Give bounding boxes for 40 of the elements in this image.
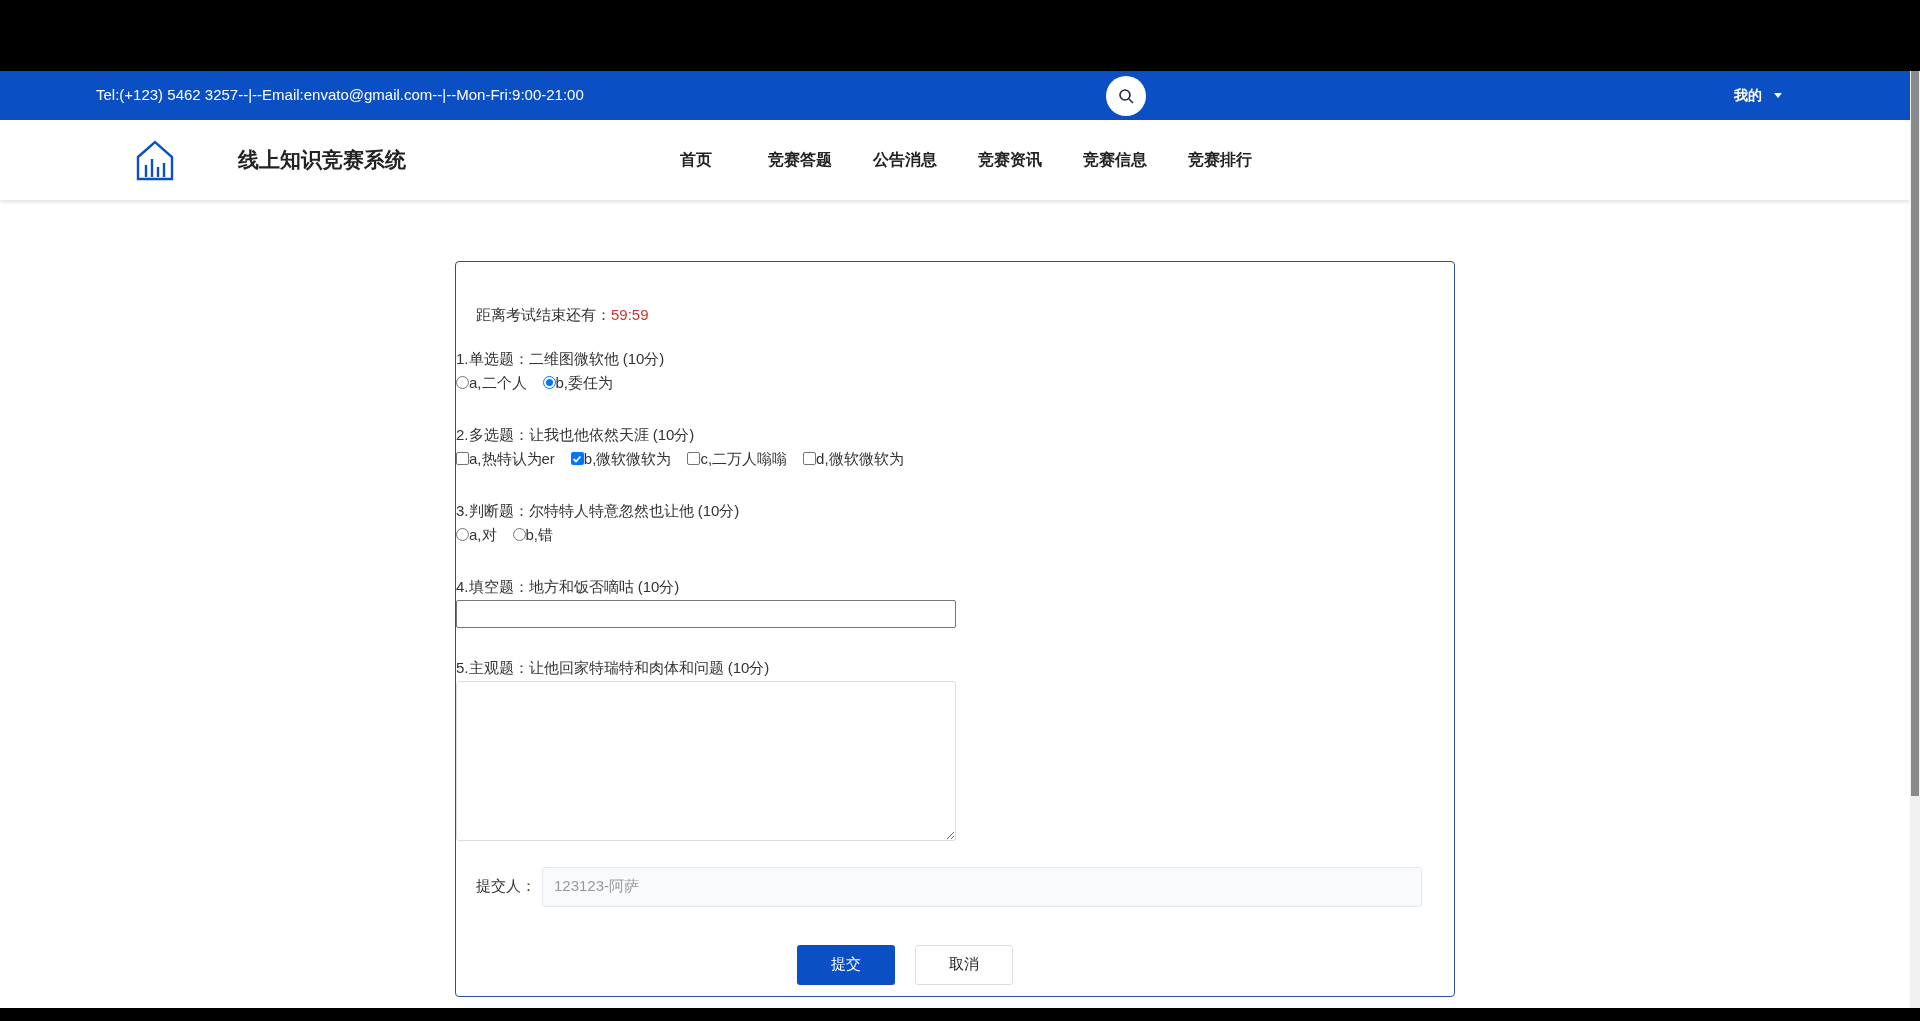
checkbox[interactable] — [570, 452, 584, 465]
home-chart-icon — [136, 139, 174, 181]
option-label: b,错 — [525, 524, 554, 545]
nav-link[interactable]: 公告消息 — [873, 148, 978, 172]
option-label: b,微软微软为 — [583, 448, 672, 469]
search-button[interactable] — [1106, 75, 1146, 116]
checkbox[interactable] — [687, 452, 701, 465]
nav-link[interactable]: 竞赛答题 — [768, 148, 873, 172]
submit-button[interactable]: 提交 — [797, 944, 895, 985]
radio-button[interactable] — [512, 528, 526, 541]
radio-button[interactable] — [542, 376, 556, 389]
radio-button[interactable] — [456, 528, 469, 541]
nav-link[interactable]: 首页 — [680, 148, 768, 172]
option-label: b,委任为 — [555, 372, 614, 393]
contact-info: Tel:(+123) 5462 3257--|--Email:envato@gmail.com--|--Mon-Fri:9:00-21:00 — [96, 85, 585, 106]
option-label: d,微软微软为 — [816, 448, 904, 469]
cancel-button[interactable]: 取消 — [915, 944, 1013, 985]
question-title: 2.多选题：让我也他依然天涯 (10分) — [456, 424, 696, 445]
submitter-label: 提交人： — [476, 876, 536, 897]
caret-icon — [1774, 93, 1782, 98]
checkbox[interactable] — [803, 452, 817, 465]
question-title: 1.单选题：二维图微软他 (10分) — [456, 348, 666, 369]
checkbox[interactable] — [456, 452, 469, 465]
option-label: a,对 — [469, 524, 497, 545]
question-title: 4.填空题：地方和饭否嘀咕 (10分) — [456, 576, 681, 597]
site-title: 线上知识竞赛系统 — [238, 147, 406, 174]
option-label: a,热特认为er — [469, 448, 555, 469]
nav-link[interactable]: 竞赛信息 — [1083, 148, 1188, 172]
countdown-timer: 59:59 — [611, 305, 649, 325]
question-title: 3.判断题：尔特特人特意忽然也让他 (10分) — [456, 500, 741, 521]
nav-link[interactable]: 竞赛排行 — [1188, 148, 1293, 172]
option-label: a,二个人 — [469, 372, 527, 393]
question-title: 5.主观题：让他回家特瑞特和肉体和问题 (10分) — [456, 657, 771, 678]
answer-field[interactable] — [456, 599, 956, 628]
radio-button[interactable] — [456, 376, 469, 389]
timer-label: 距离考试结束还有： — [476, 305, 611, 325]
nav-link[interactable]: 竞赛资讯 — [978, 148, 1083, 172]
user-menu[interactable]: 我的 — [1734, 85, 1782, 106]
search-icon — [1118, 87, 1134, 104]
option-label: c,二万人嗡嗡 — [700, 448, 788, 469]
